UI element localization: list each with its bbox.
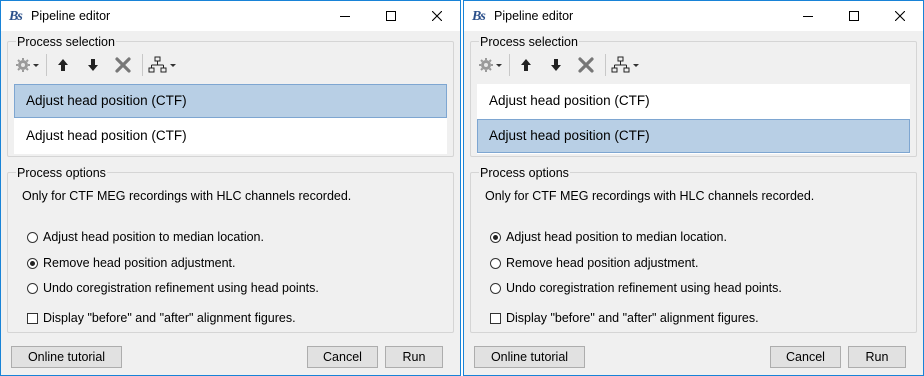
process-item-adjust-head-position-2[interactable]: Adjust head position (CTF): [477, 119, 910, 153]
radio-button-checked-icon: [27, 257, 38, 269]
radio-button-icon: [490, 257, 501, 269]
radio-button-icon: [27, 231, 38, 243]
gear-icon: [16, 58, 39, 72]
checkbox-label: Display "before" and "after" alignment f…: [43, 311, 296, 325]
close-button[interactable]: [877, 1, 923, 31]
radio-button-icon: [27, 282, 38, 294]
add-process-button[interactable]: [14, 52, 44, 78]
pipeline-icon: [148, 56, 176, 73]
process-options-label: Process options: [16, 166, 107, 180]
pipeline-editor-window-2: Bs Pipeline editor Process selection Adj…: [463, 0, 924, 376]
radio-label: Remove head position adjustment.: [43, 256, 236, 270]
add-process-button[interactable]: [477, 52, 507, 78]
process-item-adjust-head-position-1[interactable]: Adjust head position (CTF): [14, 84, 447, 118]
radio-remove-adjustment[interactable]: Remove head position adjustment.: [27, 254, 235, 272]
run-button[interactable]: Run: [848, 346, 906, 368]
window-title: Pipeline editor: [31, 9, 111, 23]
radio-undo-coregistration[interactable]: Undo coregistration refinement using hea…: [27, 279, 319, 297]
close-icon: [432, 11, 442, 21]
arrow-down-icon: [551, 59, 561, 71]
radio-label: Undo coregistration refinement using hea…: [43, 281, 319, 295]
maximize-button[interactable]: [831, 1, 877, 31]
pipeline-menu-button[interactable]: [146, 52, 180, 78]
process-item-adjust-head-position-2[interactable]: Adjust head position (CTF): [14, 119, 447, 153]
delete-icon: [115, 57, 131, 73]
move-down-button[interactable]: [78, 52, 108, 78]
title-bar[interactable]: Bs Pipeline editor: [464, 1, 923, 31]
run-button[interactable]: Run: [385, 346, 443, 368]
process-selection-label: Process selection: [479, 35, 579, 49]
online-tutorial-button[interactable]: Online tutorial: [474, 346, 585, 368]
minimize-button[interactable]: [322, 1, 368, 31]
process-list: Adjust head position (CTF) Adjust head p…: [14, 84, 447, 154]
arrow-down-icon: [88, 59, 98, 71]
minimize-button[interactable]: [785, 1, 831, 31]
checkbox-display-figures[interactable]: Display "before" and "after" alignment f…: [27, 309, 296, 327]
online-tutorial-button[interactable]: Online tutorial: [11, 346, 122, 368]
process-list: Adjust head position (CTF) Adjust head p…: [477, 84, 910, 154]
radio-button-icon: [490, 282, 501, 294]
delete-icon: [578, 57, 594, 73]
maximize-icon: [849, 11, 859, 21]
process-selection-group: Process selection Adjust head position (…: [470, 35, 917, 157]
pipeline-icon: [611, 56, 639, 73]
move-up-button[interactable]: [48, 52, 78, 78]
delete-process-button[interactable]: [571, 52, 601, 78]
window-title: Pipeline editor: [494, 9, 574, 23]
checkbox-display-figures[interactable]: Display "before" and "after" alignment f…: [490, 309, 759, 327]
checkbox-icon: [490, 312, 501, 324]
process-options-group: Process options Only for CTF MEG recordi…: [470, 166, 917, 333]
brainstorm-app-icon: Bs: [472, 9, 486, 24]
move-down-button[interactable]: [541, 52, 571, 78]
process-item-adjust-head-position-1[interactable]: Adjust head position (CTF): [477, 84, 910, 118]
delete-process-button[interactable]: [108, 52, 138, 78]
process-options-label: Process options: [479, 166, 570, 180]
close-icon: [895, 11, 905, 21]
cancel-button[interactable]: Cancel: [770, 346, 841, 368]
pipeline-editor-window-1: Bs Pipeline editor Process selection Adj…: [0, 0, 461, 376]
radio-remove-adjustment[interactable]: Remove head position adjustment.: [490, 254, 698, 272]
radio-label: Remove head position adjustment.: [506, 256, 699, 270]
radio-label: Undo coregistration refinement using hea…: [506, 281, 782, 295]
pipeline-menu-button[interactable]: [609, 52, 643, 78]
process-selection-label: Process selection: [16, 35, 116, 49]
gear-icon: [479, 58, 502, 72]
close-button[interactable]: [414, 1, 460, 31]
radio-median-location[interactable]: Adjust head position to median location.: [490, 228, 727, 246]
maximize-icon: [386, 11, 396, 21]
title-bar[interactable]: Bs Pipeline editor: [1, 1, 460, 31]
radio-median-location[interactable]: Adjust head position to median location.: [27, 228, 264, 246]
radio-button-checked-icon: [490, 231, 501, 243]
radio-undo-coregistration[interactable]: Undo coregistration refinement using hea…: [490, 279, 782, 297]
process-selection-group: Process selection Adjust head position (…: [7, 35, 454, 157]
arrow-up-icon: [58, 59, 68, 71]
checkbox-label: Display "before" and "after" alignment f…: [506, 311, 759, 325]
maximize-button[interactable]: [368, 1, 414, 31]
radio-label: Adjust head position to median location.: [43, 230, 264, 244]
radio-label: Adjust head position to median location.: [506, 230, 727, 244]
minimize-icon: [803, 16, 813, 17]
move-up-button[interactable]: [511, 52, 541, 78]
options-description: Only for CTF MEG recordings with HLC cha…: [22, 189, 352, 203]
options-description: Only for CTF MEG recordings with HLC cha…: [485, 189, 815, 203]
process-options-group: Process options Only for CTF MEG recordi…: [7, 166, 454, 333]
minimize-icon: [340, 16, 350, 17]
cancel-button[interactable]: Cancel: [307, 346, 378, 368]
checkbox-icon: [27, 312, 38, 324]
arrow-up-icon: [521, 59, 531, 71]
brainstorm-app-icon: Bs: [9, 9, 23, 24]
